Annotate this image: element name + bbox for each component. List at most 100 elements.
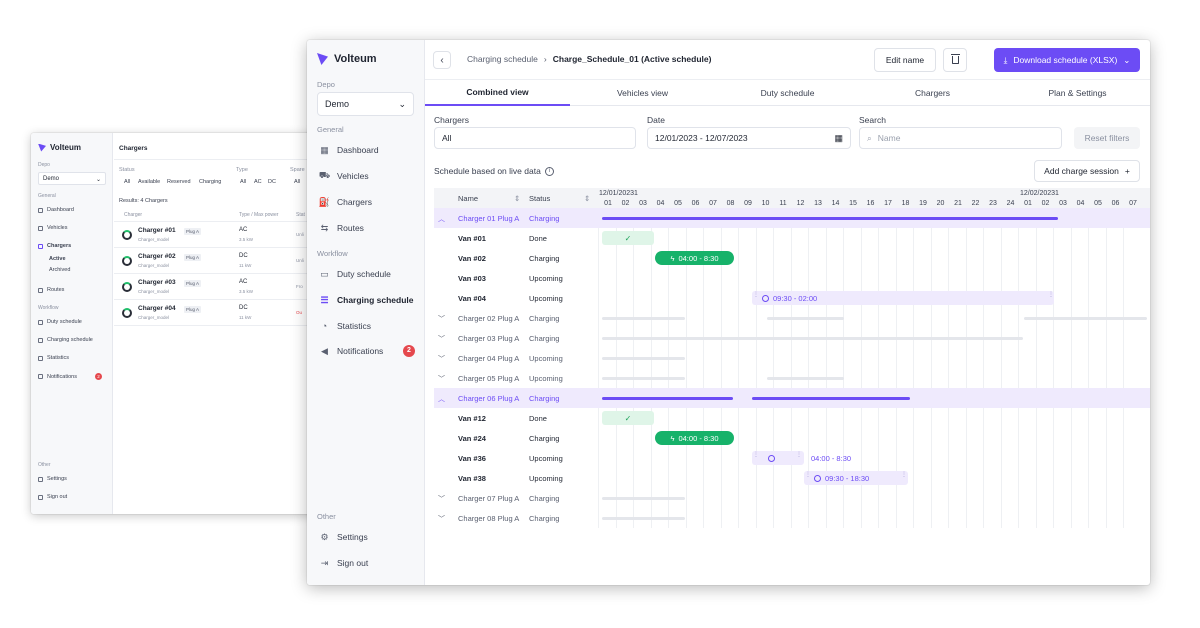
bg-spare-chip[interactable]: All — [294, 179, 300, 185]
bg-chip-charging[interactable]: Charging — [199, 179, 221, 185]
bg-nav-notifications[interactable]: Notifications 2 — [38, 373, 102, 380]
bg-nav-settings[interactable]: Settings — [38, 476, 67, 482]
bg-charger-row[interactable]: Charger #01 Plug A Charger_model AC 3.5 kW Un… — [114, 222, 321, 248]
drag-handle[interactable]: ⋮ — [753, 291, 759, 298]
bg-nav-routes[interactable]: Routes — [38, 287, 64, 293]
charger-row[interactable]: ﹀ Charger 05 Plug A Upcoming — [434, 368, 1150, 388]
drag-handle[interactable]: ⋮ — [1048, 291, 1054, 298]
sidebar-item-chargers[interactable]: ⛽ Chargers — [315, 191, 417, 213]
download-schedule-button[interactable]: ⤓ Download schedule (XLSX) ⌄ — [994, 48, 1140, 72]
upcoming-session-pill[interactable]: 09:30 - 18:30 — [804, 471, 908, 485]
sidebar-item-vehicles[interactable]: ⛟ Vehicles — [315, 165, 417, 187]
sidebar-item-sign-out[interactable]: ⇥ Sign out — [315, 552, 417, 574]
vehicle-row[interactable]: Van #01 Done ✓ — [434, 228, 1150, 248]
sidebar-item-dashboard[interactable]: ▦ Dashboard — [315, 139, 417, 161]
bg-nav-vehicles[interactable]: Vehicles — [38, 225, 68, 231]
vehicle-row[interactable]: Van #12 Done ✓ — [434, 408, 1150, 428]
bg-nav-charging[interactable]: Charging schedule — [38, 337, 93, 343]
tab-chargers[interactable]: Chargers — [860, 80, 1005, 106]
charger-row[interactable]: ︿ Charger 06 Plug A Charging — [434, 388, 1150, 408]
info-icon[interactable]: i — [544, 166, 554, 176]
chevron-down-icon[interactable]: ﹀ — [438, 494, 445, 504]
sort-icon[interactable]: ⇕ — [584, 194, 590, 203]
vehicle-row[interactable]: Van #04 Upcoming 09:30 - 02:00 ⋮ ⋮ — [434, 288, 1150, 308]
col-status-header[interactable]: Status — [529, 194, 550, 203]
drag-handle[interactable]: ⋮ — [901, 471, 907, 478]
bg-nav-statistics[interactable]: Statistics — [38, 355, 69, 361]
statistics-icon — [38, 355, 43, 361]
bg-charger-row[interactable]: Charger #04 Plug A Charger_model DC 11 kW Ou — [114, 300, 321, 326]
bg-chip-all[interactable]: All — [124, 179, 130, 185]
row-name: Charger 03 Plug A — [458, 334, 520, 343]
bg-nav-chargers[interactable]: Chargers — [38, 243, 71, 249]
sidebar-item-routes[interactable]: ⇆ Routes — [315, 217, 417, 239]
depo-select[interactable]: Demo ⌄ — [317, 92, 414, 116]
add-charge-session-button[interactable]: Add charge session + — [1034, 160, 1140, 182]
done-session[interactable]: ✓ — [602, 411, 654, 425]
bg-nav-dashboard[interactable]: Dashboard — [38, 207, 74, 213]
chevron-down-icon[interactable]: ﹀ — [438, 314, 445, 324]
done-session[interactable]: ✓ — [602, 231, 654, 245]
chargers-filter-select[interactable]: All — [434, 127, 636, 149]
bg-chip-available[interactable]: Available — [138, 179, 160, 185]
tab-vehicles-view[interactable]: Vehicles view — [570, 80, 715, 106]
vehicle-row[interactable]: Van #03 Upcoming — [434, 268, 1150, 288]
col-name-header[interactable]: Name — [458, 194, 478, 203]
bg-row-type: AC — [239, 279, 248, 285]
bg-charger-row[interactable]: Charger #02 Plug A Charger_model DC 11 kW Unl… — [114, 248, 321, 274]
drag-handle[interactable]: ⋮ — [796, 451, 802, 458]
drag-handle[interactable]: ⋮ — [753, 451, 759, 458]
chevron-up-icon[interactable]: ︿ — [438, 214, 445, 224]
charger-row[interactable]: ﹀ Charger 08 Plug A Charging — [434, 508, 1150, 528]
date-range-input[interactable]: 12/01/2023 - 12/07/2023 ▦ — [647, 127, 851, 149]
tab-duty-schedule[interactable]: Duty schedule — [715, 80, 860, 106]
sidebar-item-statistics[interactable]: ◔ Statistics — [315, 315, 417, 337]
edit-name-button[interactable]: Edit name — [874, 48, 936, 72]
bg-sub-active[interactable]: Active — [49, 256, 66, 262]
bg-type-dc[interactable]: DC — [268, 179, 276, 185]
charger-row[interactable]: ﹀ Charger 04 Plug A Upcoming — [434, 348, 1150, 368]
bg-nav-label: Charging schedule — [47, 337, 93, 343]
delete-button[interactable] — [943, 48, 967, 72]
tab-plan-settings[interactable]: Plan & Settings — [1005, 80, 1150, 106]
bg-row-type: AC — [239, 227, 248, 233]
upcoming-session-pill[interactable]: 09:30 - 02:00 — [752, 291, 1054, 305]
breadcrumb-parent[interactable]: Charging schedule — [467, 54, 538, 64]
back-button[interactable]: ‹ — [433, 51, 451, 69]
charging-session-pill[interactable]: ϟ 04:00 - 8:30 — [655, 251, 734, 265]
charging-session-pill[interactable]: ϟ 04:00 - 8:30 — [655, 431, 734, 445]
chevron-down-icon[interactable]: ﹀ — [438, 374, 445, 384]
reset-filters-button[interactable]: Reset filters — [1074, 127, 1140, 149]
vehicle-row[interactable]: Van #36 Upcoming ⋮ ⋮ 04:00 - 8:30 — [434, 448, 1150, 468]
sidebar-item-charging-schedule[interactable]: ☰ Charging schedule — [315, 289, 417, 311]
chevron-down-icon[interactable]: ﹀ — [438, 334, 445, 344]
tab-combined-view[interactable]: Combined view — [425, 80, 570, 106]
background-chargers-window: Volteum Depo Demo ⌄ General Dashboard Veh… — [31, 133, 321, 514]
bg-charger-row[interactable]: Charger #03 Plug A Charger_model AC 3.5 kW Fr… — [114, 274, 321, 300]
bg-type-all[interactable]: All — [240, 179, 246, 185]
add-session-label: Add charge session — [1044, 166, 1119, 176]
sort-icon[interactable]: ⇕ — [514, 194, 520, 203]
sidebar-item-notifications[interactable]: ◀ Notifications 2 — [315, 340, 417, 362]
bg-sub-archived[interactable]: Archived — [49, 267, 70, 273]
charger-row[interactable]: ﹀ Charger 02 Plug A Charging — [434, 308, 1150, 328]
hour-label: 05 — [1094, 200, 1102, 207]
charger-row[interactable]: ︿ Charger 01 Plug A Charging — [434, 208, 1150, 228]
search-input[interactable]: ⌕ Name — [859, 127, 1062, 149]
chevron-up-icon[interactable]: ︿ — [438, 394, 445, 404]
charger-row[interactable]: ﹀ Charger 03 Plug A Charging — [434, 328, 1150, 348]
vehicle-row[interactable]: Van #38 Upcoming 09:30 - 18:30 ⋮ ⋮ — [434, 468, 1150, 488]
chevron-down-icon[interactable]: ﹀ — [438, 354, 445, 364]
vehicle-row[interactable]: Van #24 Charging ϟ 04:00 - 8:30 — [434, 428, 1150, 448]
vehicle-row[interactable]: Van #02 Charging ϟ 04:00 - 8:30 — [434, 248, 1150, 268]
bg-type-ac[interactable]: AC — [254, 179, 262, 185]
bg-depo-select[interactable]: Demo ⌄ — [38, 172, 106, 185]
bg-nav-duty[interactable]: Duty schedule — [38, 319, 82, 325]
sidebar-item-settings[interactable]: ⚙ Settings — [315, 526, 417, 548]
drag-handle[interactable]: ⋮ — [805, 471, 811, 478]
sidebar-item-duty-schedule[interactable]: ▭ Duty schedule — [315, 263, 417, 285]
charger-row[interactable]: ﹀ Charger 07 Plug A Charging — [434, 488, 1150, 508]
chevron-down-icon[interactable]: ﹀ — [438, 514, 445, 524]
bg-chip-reserved[interactable]: Reserved — [167, 179, 191, 185]
bg-nav-signout[interactable]: Sign out — [38, 494, 67, 500]
